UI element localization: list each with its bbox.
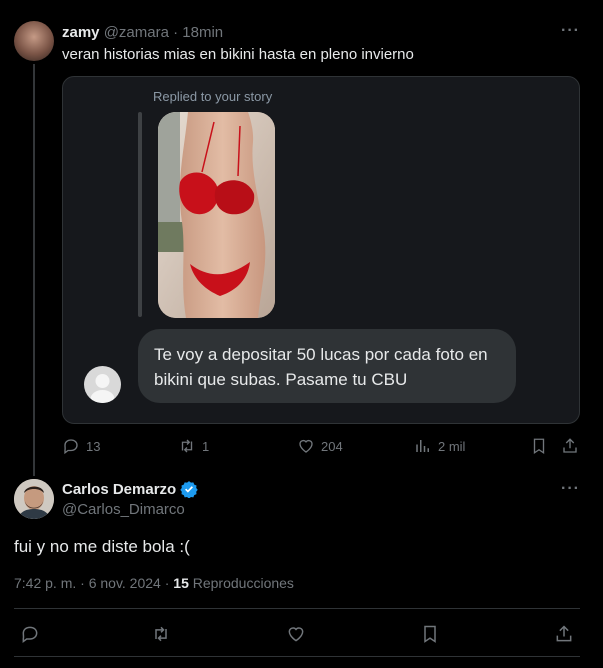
- reply-icon: [22, 626, 38, 643]
- repost-count: 1: [202, 438, 210, 454]
- original-tweet-header: zamy @zamara · 18min: [62, 24, 223, 41]
- reply-meta: 7:42 p. m. · 6 nov. 2024 · 15 Reproducci…: [14, 575, 294, 591]
- reply-text: fui y no me diste bola :(: [14, 537, 190, 556]
- reply-display-name[interactable]: Carlos Demarzo: [62, 481, 176, 498]
- reply-bar-bookmark[interactable]: [420, 624, 440, 644]
- reply-bar-repost[interactable]: [151, 624, 171, 644]
- story-photo[interactable]: [158, 112, 275, 318]
- default-avatar-icon: [90, 374, 115, 403]
- reply-handle[interactable]: @Carlos_Dimarco: [62, 501, 185, 518]
- views-icon: [416, 440, 429, 452]
- default-avatar: [84, 366, 121, 403]
- more-options-icon[interactable]: ···: [561, 22, 580, 40]
- share-icon: [563, 438, 577, 453]
- display-name[interactable]: zamy: [62, 24, 100, 41]
- avatar-carlos-image: [14, 479, 54, 519]
- divider-top: [14, 608, 580, 609]
- repost-action[interactable]: 1: [178, 437, 209, 455]
- avatar-carlos[interactable]: [14, 479, 54, 519]
- dm-message-bubble: Te voy a depositar 50 lucas por cada fot…: [138, 329, 516, 403]
- repost-icon: [155, 626, 167, 642]
- handle[interactable]: @zamara: [104, 24, 169, 41]
- like-action[interactable]: 204: [297, 437, 343, 455]
- share-action[interactable]: [561, 437, 579, 455]
- repost-icon: [181, 439, 193, 453]
- replied-label: Replied to your story: [153, 89, 273, 104]
- avatar-zamy[interactable]: [14, 21, 54, 61]
- story-photo-image: [158, 112, 275, 318]
- reply-timestamp[interactable]: 7:42 p. m. · 6 nov. 2024 ·: [14, 575, 169, 591]
- bookmark-icon: [533, 438, 545, 455]
- bookmark-action[interactable]: [530, 437, 548, 455]
- reply-more-options-icon[interactable]: ···: [561, 480, 580, 498]
- reply-bar-like[interactable]: [286, 624, 306, 644]
- like-count: 204: [321, 438, 343, 454]
- share-icon: [556, 625, 572, 642]
- timestamp[interactable]: · 18min: [173, 24, 223, 41]
- reply-views-count: 15: [173, 575, 189, 591]
- reply-action[interactable]: 13: [62, 437, 100, 455]
- verified-badge-icon: [180, 481, 198, 498]
- bookmark-icon: [424, 625, 436, 643]
- like-icon: [288, 627, 304, 642]
- divider-bottom: [14, 656, 580, 657]
- reply-author: Carlos Demarzo: [62, 480, 198, 498]
- reply-views-label: Reproducciones: [192, 575, 294, 591]
- reply-bar-share[interactable]: [554, 624, 574, 644]
- tweet-text: veran historias mias en bikini hasta en …: [62, 46, 414, 63]
- views-count: 2 mil: [438, 438, 466, 454]
- story-reply-bar: [138, 112, 142, 317]
- thread-line: [33, 64, 35, 476]
- like-icon: [299, 439, 313, 453]
- reply-bar-reply[interactable]: [20, 624, 40, 644]
- views-action[interactable]: 2 mil: [414, 437, 465, 455]
- reply-count: 13: [86, 438, 101, 454]
- reply-icon: [64, 439, 78, 455]
